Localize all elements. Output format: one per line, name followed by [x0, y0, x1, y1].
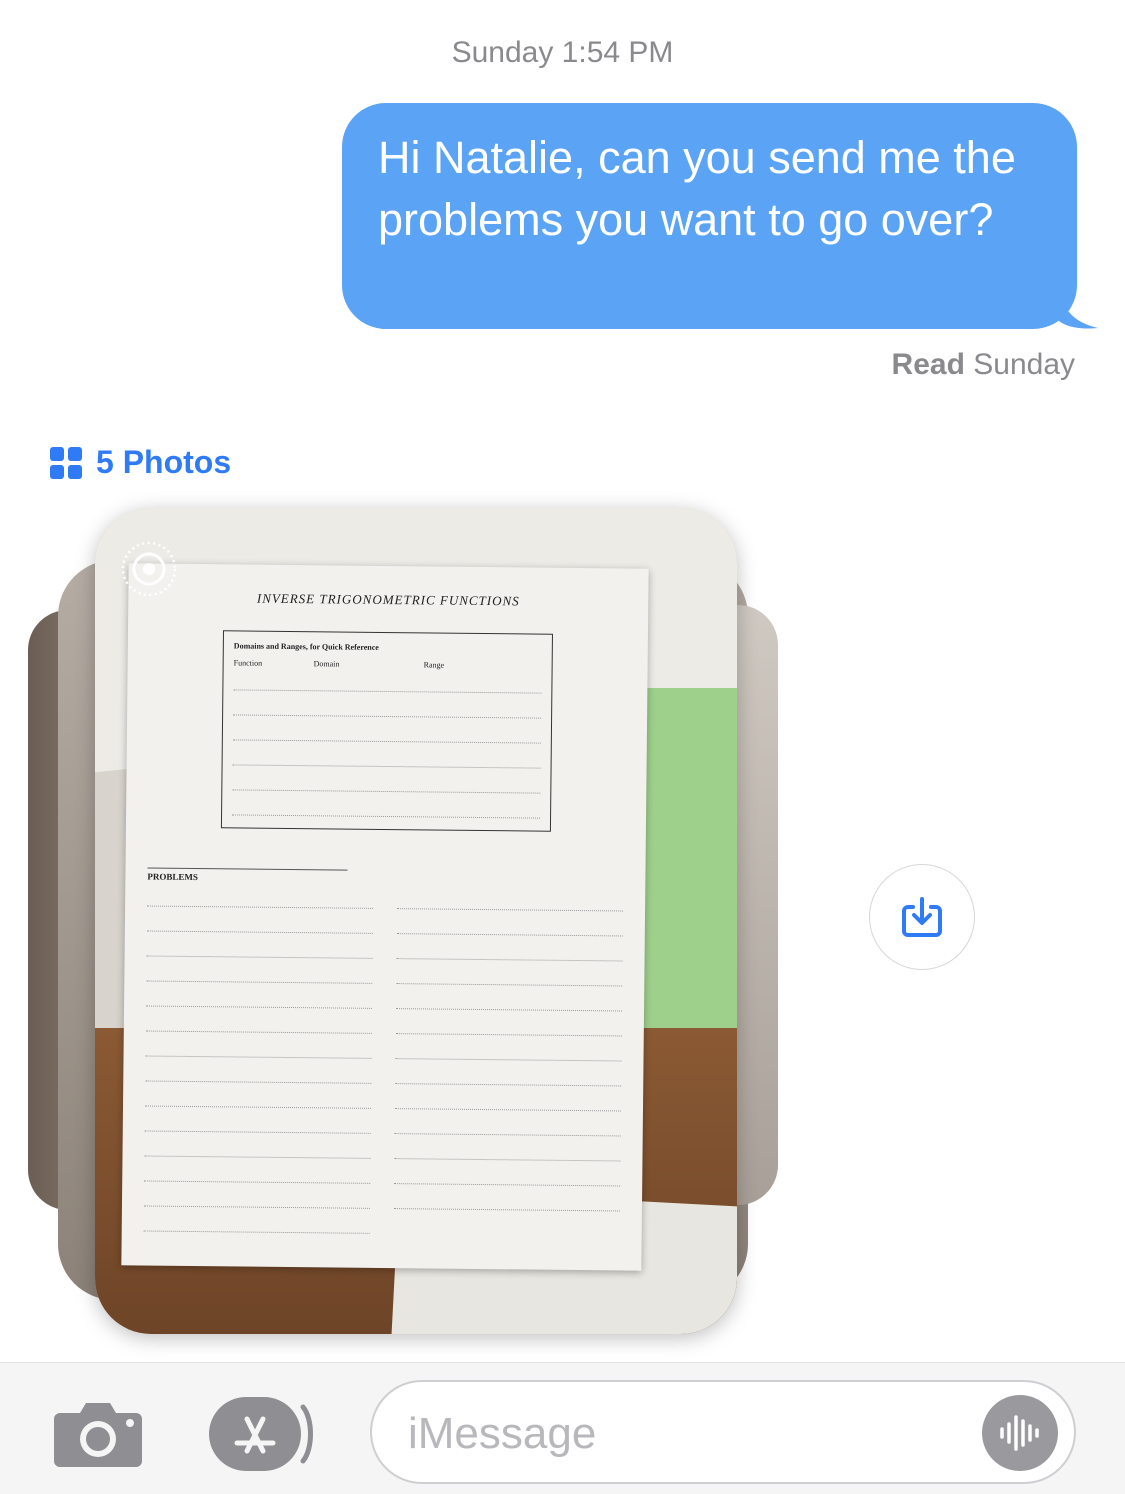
conversation-timestamp: Sunday 1:54 PM [451, 36, 674, 69]
compose-toolbar [0, 1362, 1125, 1494]
read-receipt: Read Sunday [892, 348, 1075, 382]
bubble-tail [1058, 286, 1098, 329]
app-store-icon[interactable] [207, 1395, 317, 1473]
audio-message-button[interactable] [982, 1395, 1058, 1471]
save-to-photos-button[interactable] [869, 864, 975, 970]
outgoing-message-bubble[interactable]: Hi Natalie, can you send me the problems… [342, 103, 1077, 329]
photo-card-front[interactable]: INVERSE TRIGONOMETRIC FUNCTIONS Domains … [95, 508, 737, 1334]
reference-table: Domains and Ranges, for Quick Reference … [220, 630, 553, 832]
message-text-input[interactable] [408, 1404, 968, 1464]
problems-heading: PROBLEMS [147, 867, 348, 884]
photos-count-label: 5 Photos [96, 444, 232, 480]
photo-stack[interactable]: INVERSE TRIGONOMETRIC FUNCTIONS Domains … [28, 505, 788, 1335]
camera-icon[interactable] [52, 1399, 144, 1469]
worksheet-title: INVERSE TRIGONOMETRIC FUNCTIONS [256, 590, 520, 609]
read-day: Sunday [973, 348, 1075, 381]
save-to-photos-icon [902, 897, 942, 937]
photos-stack-label[interactable]: 5 Photos [50, 444, 231, 481]
message-input-field[interactable] [370, 1380, 1076, 1484]
grid-icon [50, 446, 82, 479]
worksheet-photo: INVERSE TRIGONOMETRIC FUNCTIONS Domains … [121, 563, 649, 1271]
live-photo-icon [121, 541, 177, 597]
message-text: Hi Natalie, can you send me the problems… [378, 132, 1016, 245]
read-label: Read [891, 348, 965, 381]
audio-waveform-icon [1000, 1415, 1039, 1451]
problem-columns [143, 887, 624, 1243]
reference-table-header: Function Domain Range [233, 658, 445, 670]
